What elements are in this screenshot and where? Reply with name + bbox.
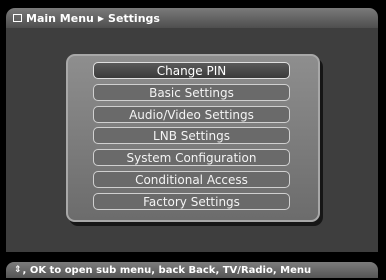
up-down-arrows-icon: ⇕ — [14, 265, 22, 275]
status-bar: ⇕ , OK to open sub menu, back Back, TV/R… — [6, 262, 378, 278]
status-hint: , OK to open sub menu, back Back, TV/Rad… — [22, 264, 312, 276]
menu-item-factory-settings[interactable]: Factory Settings — [93, 193, 290, 210]
title-bar: Main Menu ▶ Settings — [6, 8, 378, 28]
menu-item-audio-video-settings[interactable]: Audio/Video Settings — [93, 106, 290, 123]
menu-item-change-pin[interactable]: Change PIN — [93, 62, 290, 79]
menu-box-icon — [13, 14, 22, 22]
right-triangle-icon: ▶ — [97, 13, 105, 23]
breadcrumb-current: Settings — [108, 11, 160, 25]
menu-item-conditional-access[interactable]: Conditional Access — [93, 171, 290, 188]
breadcrumb-root: Main Menu — [26, 11, 94, 25]
menu-item-system-configuration[interactable]: System Configuration — [93, 149, 290, 166]
settings-screen: Main Menu ▶ Settings Change PIN Basic Se… — [0, 0, 386, 280]
menu-item-lnb-settings[interactable]: LNB Settings — [93, 127, 290, 144]
menu-item-basic-settings[interactable]: Basic Settings — [93, 84, 290, 101]
